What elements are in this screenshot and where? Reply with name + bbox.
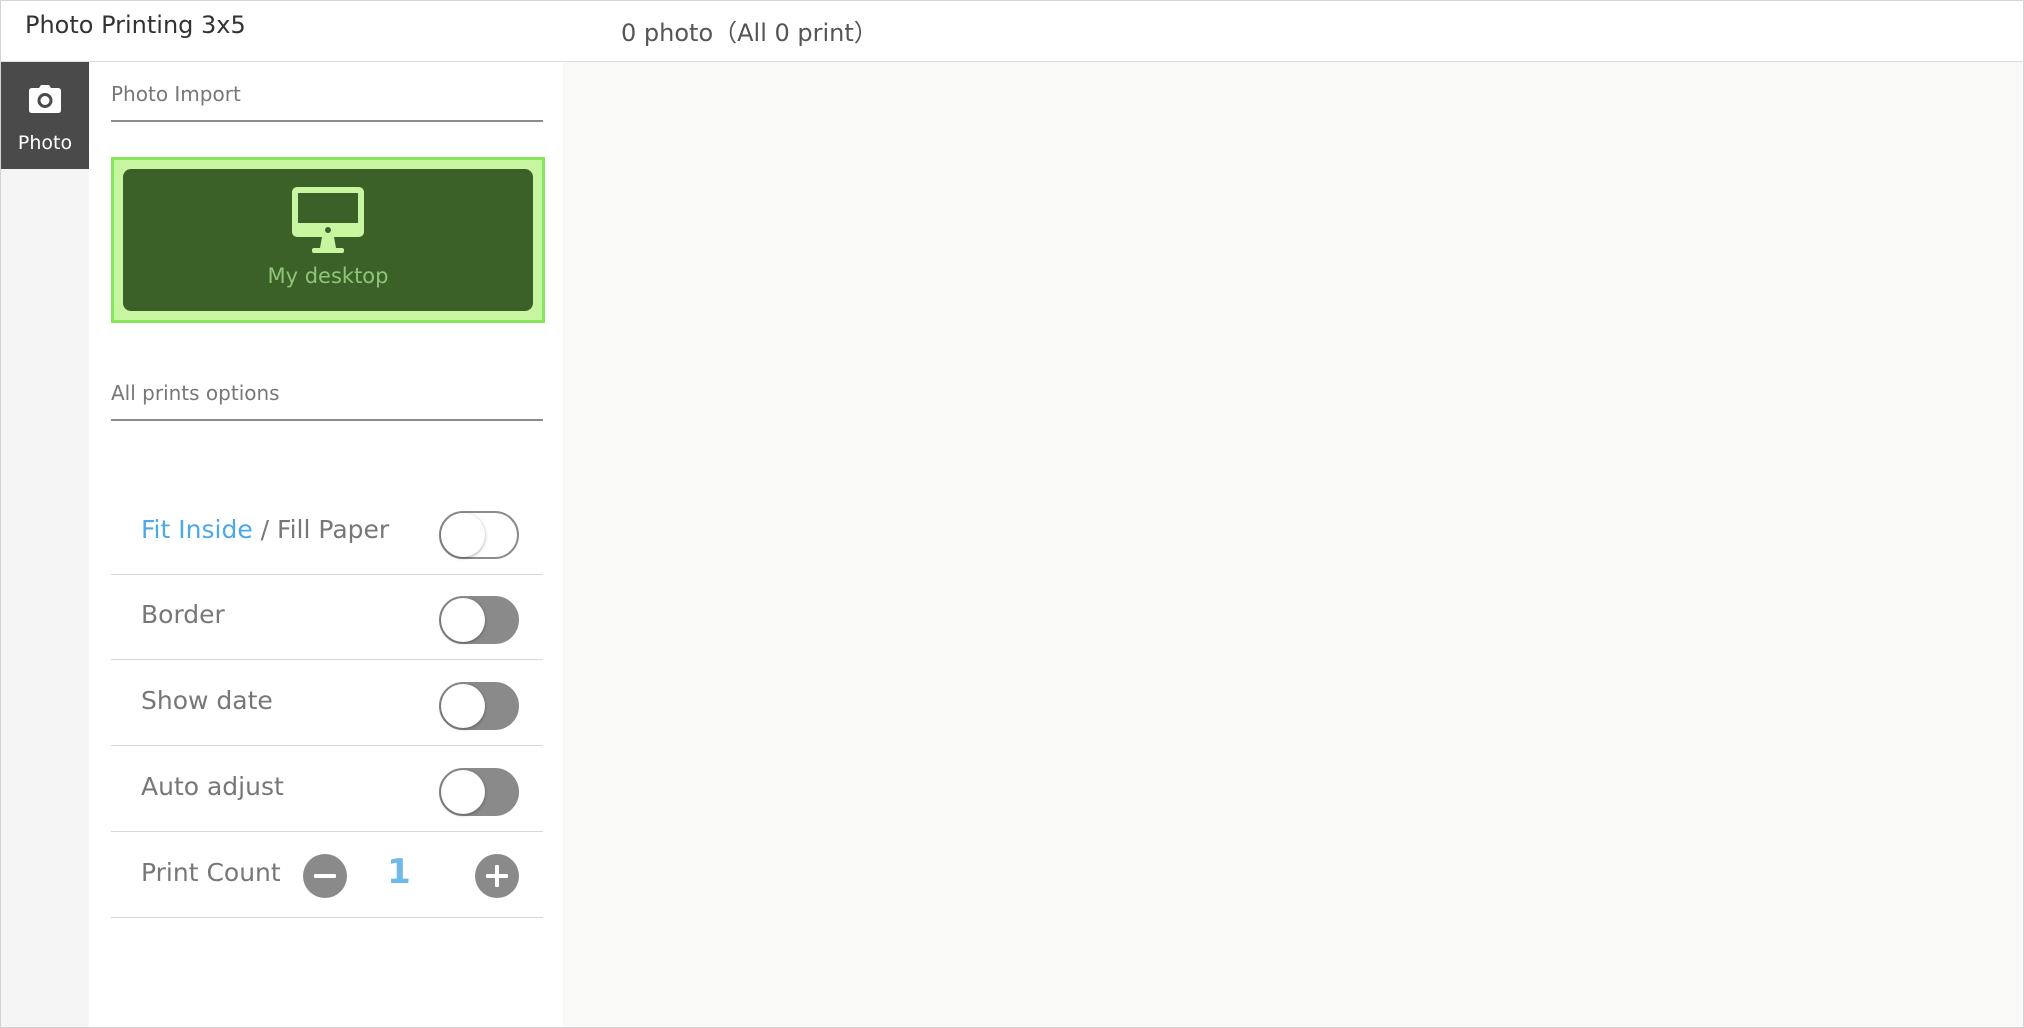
decrease-count-button[interactable] (303, 854, 347, 898)
show-date-row: Show date (111, 660, 543, 746)
auto-adjust-toggle[interactable] (439, 768, 519, 816)
fit-inside-label: Fit Inside (141, 515, 253, 544)
fit-fill-row: Fit Inside / Fill Paper (111, 489, 543, 575)
import-highlight-frame: My desktop (111, 157, 545, 323)
photo-count-summary: 0 photo（All 0 print） (621, 19, 878, 47)
tab-photo[interactable]: Photo (1, 62, 89, 169)
app-window: Photo Printing 3x5 0 photo（All 0 print） … (0, 0, 2024, 1028)
my-desktop-label: My desktop (267, 264, 389, 288)
all-prints-options-heading: All prints options (111, 381, 543, 421)
increase-count-button[interactable] (475, 854, 519, 898)
photo-import-heading: Photo Import (111, 82, 543, 122)
left-rail: Photo (1, 62, 89, 1027)
fill-paper-label: Fill Paper (277, 515, 390, 544)
page-title: Photo Printing 3x5 (25, 11, 246, 39)
header-bar: Photo Printing 3x5 0 photo（All 0 print） (1, 1, 2023, 62)
border-label: Border (141, 600, 225, 629)
minus-icon (314, 874, 336, 878)
show-date-toggle[interactable] (439, 682, 519, 730)
options-panel: Photo Import My desktop All prints optio… (89, 62, 563, 1027)
border-toggle[interactable] (439, 596, 519, 644)
print-count-label: Print Count (141, 858, 281, 887)
plus-icon (486, 865, 508, 887)
fit-fill-toggle-knob (441, 513, 485, 557)
fit-fill-separator: / (252, 515, 278, 544)
show-date-toggle-knob (441, 684, 485, 728)
print-count-row: Print Count 1 (111, 832, 543, 918)
fit-fill-label: Fit Inside / Fill Paper (141, 515, 389, 544)
my-desktop-button[interactable]: My desktop (123, 169, 533, 311)
photo-workspace[interactable] (563, 62, 2023, 1027)
camera-icon (29, 85, 61, 113)
border-toggle-knob (441, 598, 485, 642)
fit-fill-toggle[interactable] (439, 511, 519, 559)
auto-adjust-toggle-knob (441, 770, 485, 814)
print-count-value: 1 (387, 852, 411, 892)
show-date-label: Show date (141, 686, 273, 715)
auto-adjust-row: Auto adjust (111, 746, 543, 832)
tab-photo-label: Photo (17, 132, 73, 154)
monitor-icon (292, 187, 364, 253)
auto-adjust-label: Auto adjust (141, 772, 284, 801)
border-row: Border (111, 574, 543, 660)
